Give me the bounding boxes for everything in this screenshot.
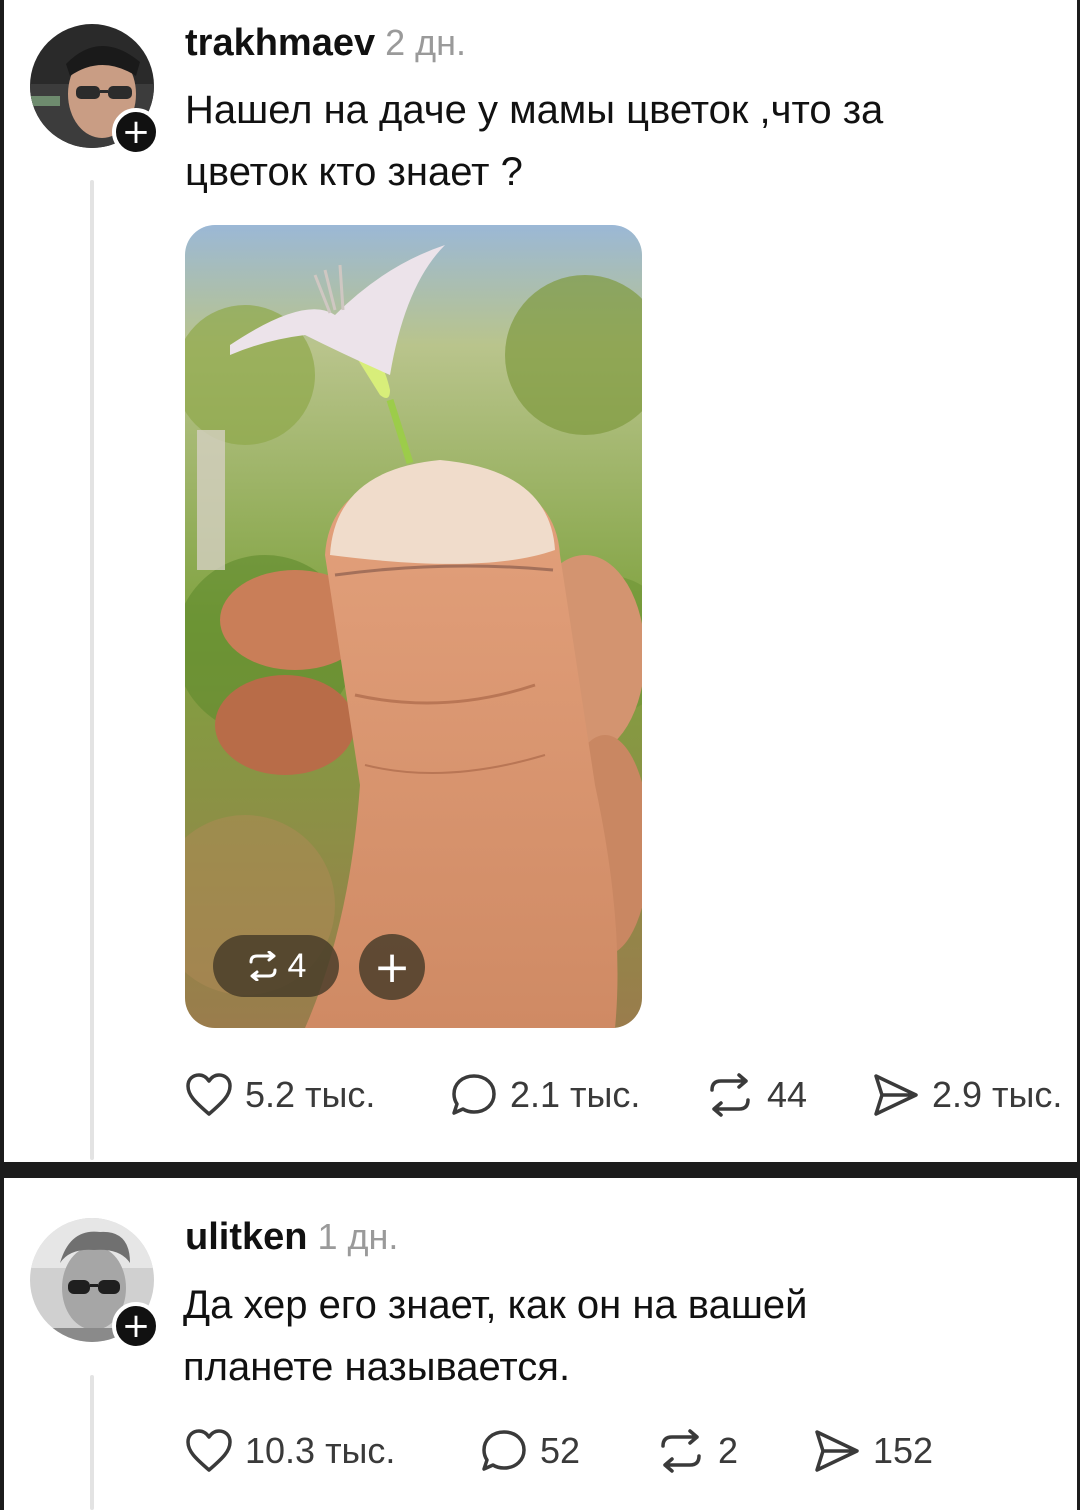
share-button[interactable]: 152: [813, 1428, 933, 1474]
post-divider: [0, 1162, 1080, 1178]
repost-button[interactable]: 2: [656, 1428, 738, 1474]
follow-button[interactable]: +: [112, 1302, 160, 1350]
like-count: 10.3 тыс.: [245, 1430, 396, 1471]
share-count: 2.9 тыс.: [932, 1074, 1063, 1115]
reply-count: 52: [540, 1430, 581, 1471]
repost-icon: [661, 1429, 701, 1473]
comment-icon: [482, 1430, 526, 1471]
reply-button[interactable]: 2.1 тыс.: [450, 1072, 640, 1118]
reply-count: 2.1 тыс.: [510, 1074, 641, 1115]
like-button[interactable]: 10.3 тыс.: [185, 1428, 395, 1474]
timestamp: 1 дн.: [317, 1216, 399, 1257]
media-add-button[interactable]: +: [359, 934, 425, 1000]
share-icon: [874, 1074, 918, 1116]
heart-icon: [186, 1429, 232, 1472]
post-text-line: цветок кто знает ?: [185, 150, 523, 194]
post-text: Да хер его знает, как он на вашей планет…: [183, 1274, 1003, 1398]
repost-icon: [246, 951, 280, 981]
username[interactable]: ulitken: [185, 1216, 307, 1258]
like-button[interactable]: 5.2 тыс.: [185, 1072, 375, 1118]
post-photo[interactable]: 4 +: [185, 225, 642, 1028]
repost-icon: [710, 1073, 750, 1117]
post-text-line: Нашел на даче у мамы цветок ,что за: [185, 88, 884, 132]
reply-button[interactable]: 52: [480, 1428, 580, 1474]
thread-line: [90, 1375, 94, 1510]
left-frame-border: [0, 0, 4, 1510]
follow-button[interactable]: +: [112, 108, 160, 156]
media-repost-count: 4: [287, 946, 307, 985]
username[interactable]: trakhmaev: [185, 22, 375, 64]
comment-icon: [452, 1074, 496, 1115]
repost-count: 44: [767, 1074, 808, 1115]
post-header: trakhmaev 2 дн.: [185, 22, 466, 65]
timestamp: 2 дн.: [385, 22, 467, 63]
post-text: Нашел на даче у мамы цветок ,что за цвет…: [185, 79, 1005, 203]
repost-button[interactable]: 44: [705, 1072, 807, 1118]
share-button[interactable]: 2.9 тыс.: [872, 1072, 1062, 1118]
share-icon: [815, 1430, 859, 1472]
media-repost-badge[interactable]: 4: [213, 935, 339, 997]
thread-line: [90, 180, 94, 1160]
repost-count: 2: [718, 1430, 739, 1471]
post-text-line: Да хер его знает, как он на вашей: [183, 1283, 808, 1327]
post-header: ulitken 1 дн.: [185, 1216, 398, 1259]
heart-icon: [186, 1073, 232, 1116]
share-count: 152: [873, 1430, 934, 1471]
like-count: 5.2 тыс.: [245, 1074, 376, 1115]
post-text-line: планете называется.: [183, 1345, 571, 1389]
